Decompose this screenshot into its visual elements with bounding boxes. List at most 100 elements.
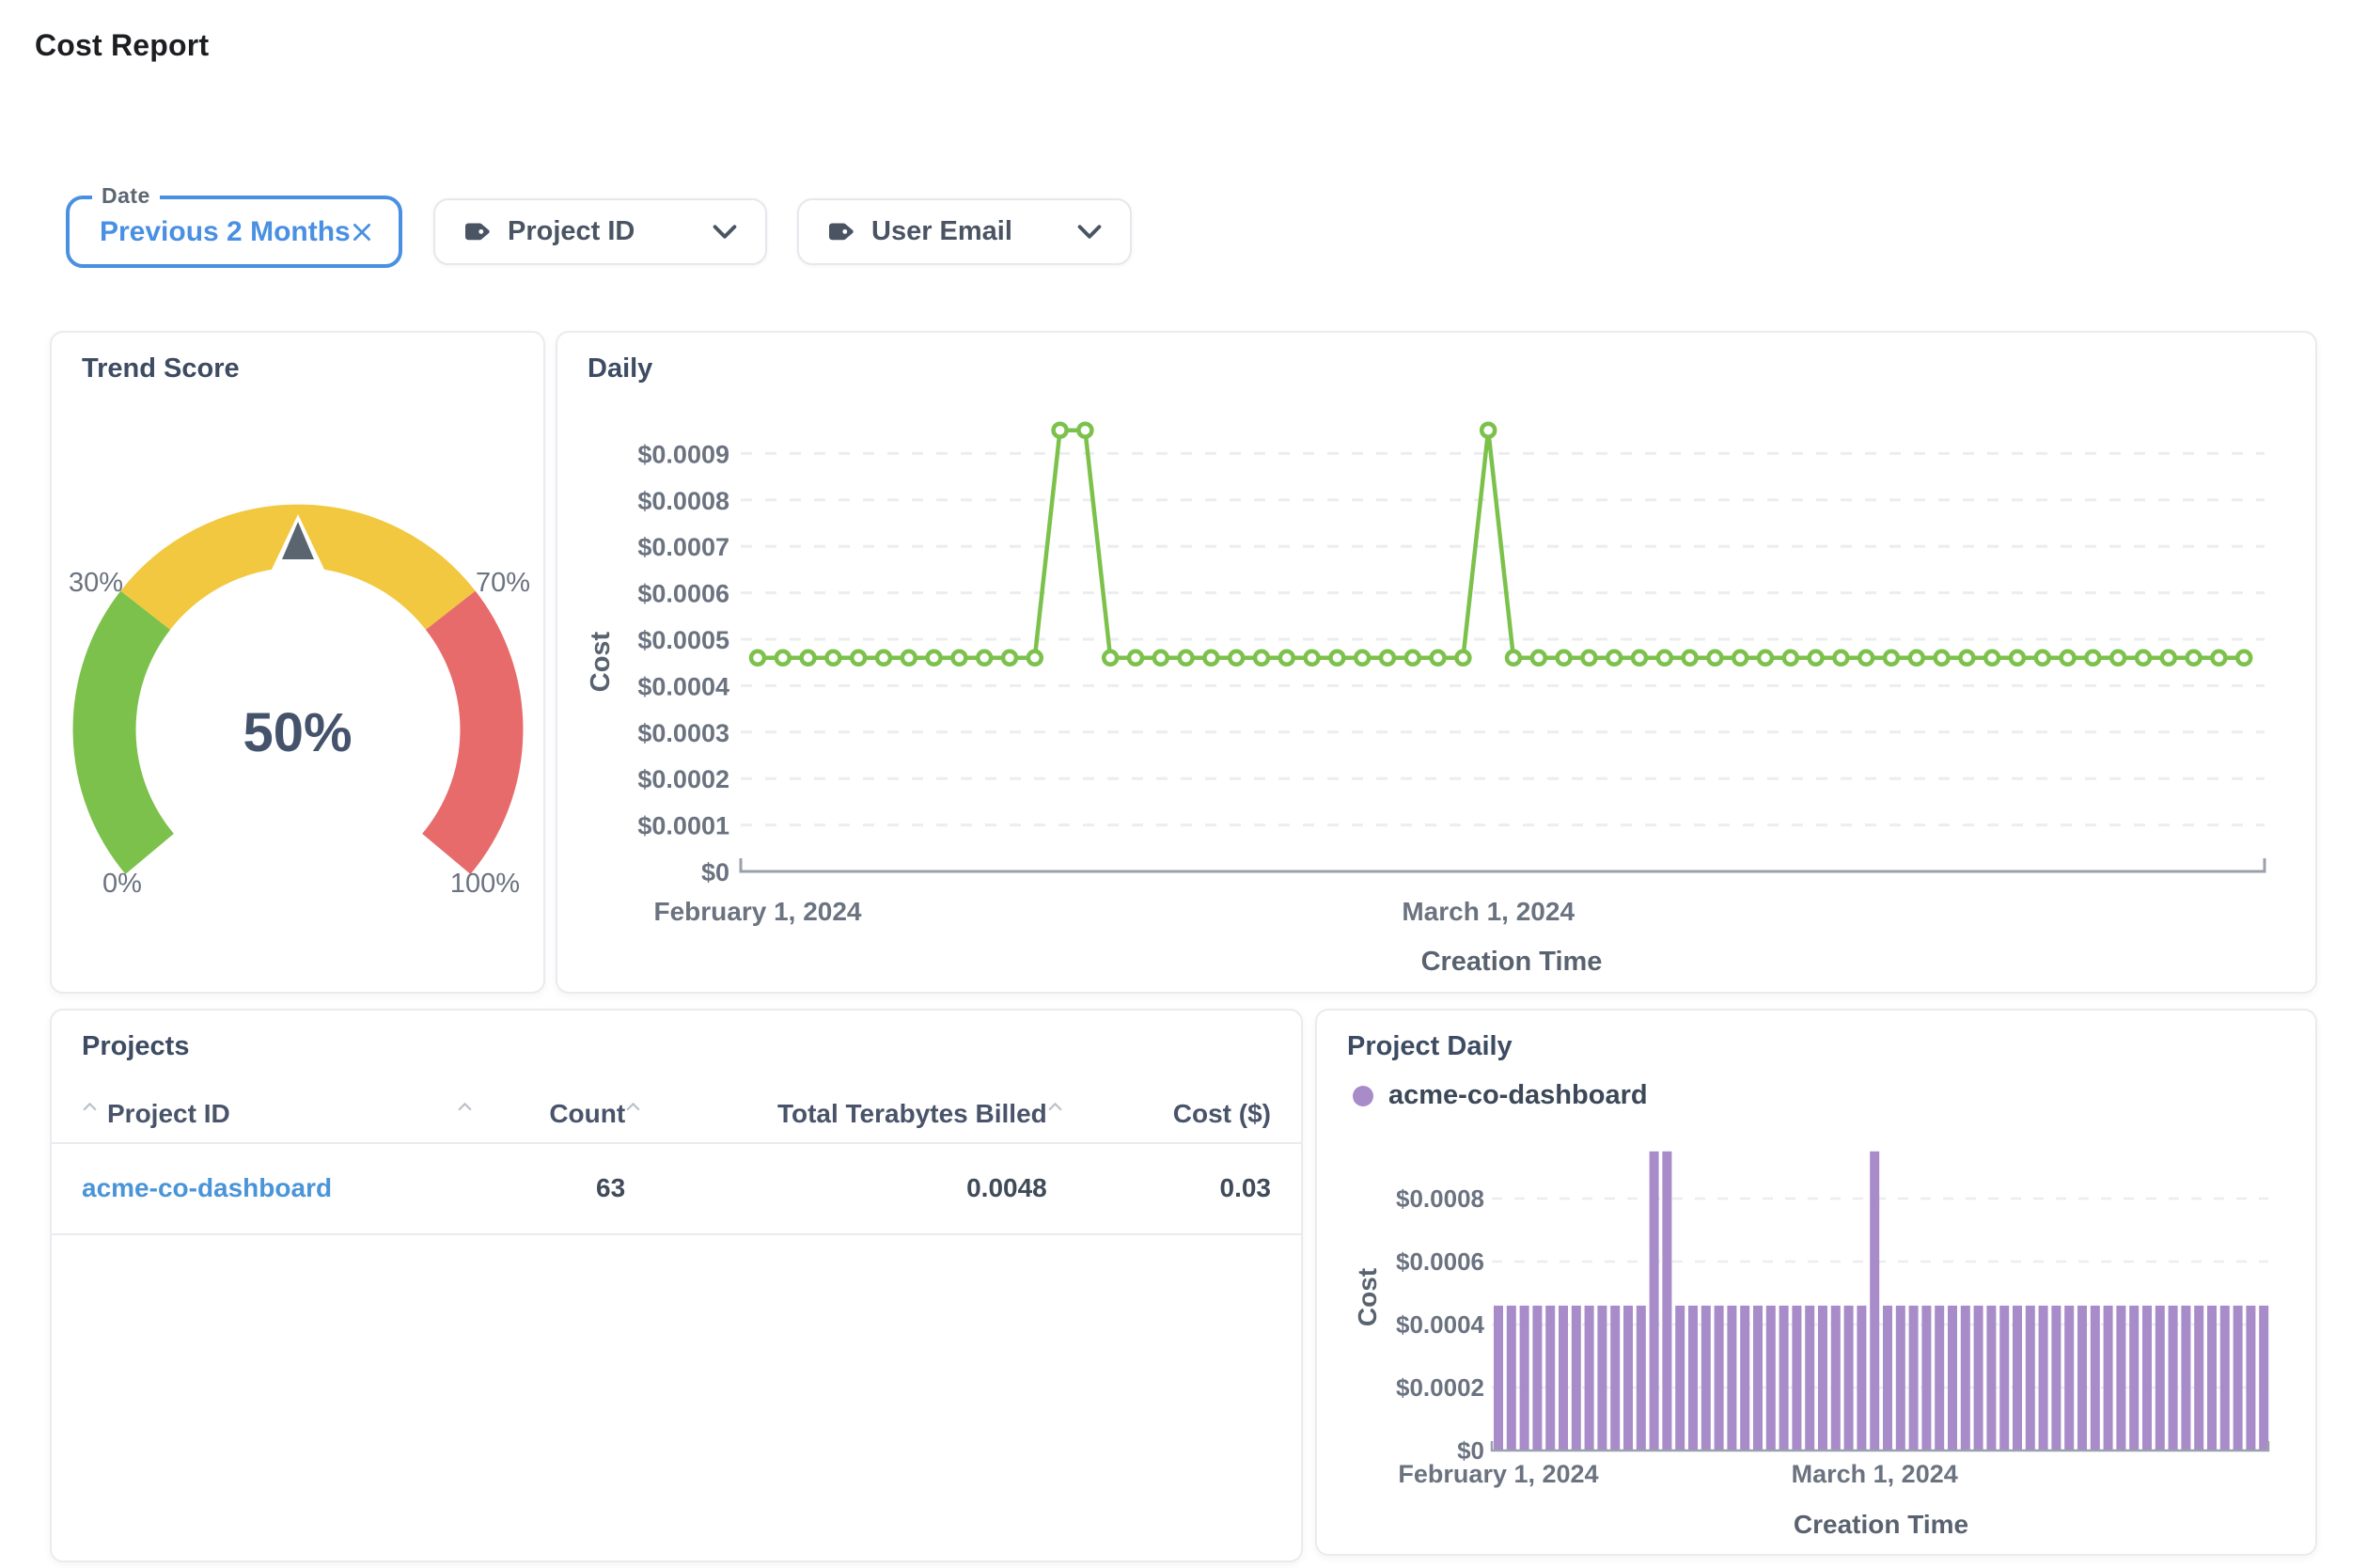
line-marker xyxy=(1406,651,1419,665)
line-marker xyxy=(1684,651,1697,665)
bar xyxy=(2142,1306,2152,1450)
gauge-value: 50% xyxy=(52,701,543,764)
bar xyxy=(2155,1306,2165,1450)
gauge-label-30: 30% xyxy=(58,568,133,599)
bar xyxy=(1662,1152,1671,1450)
line-marker xyxy=(1910,651,1923,665)
projects-table-header: Project ID Count Total Terabytes Billed … xyxy=(82,1090,1271,1137)
cost-line xyxy=(758,431,2244,658)
bar xyxy=(1610,1306,1620,1450)
bar xyxy=(1572,1306,1581,1450)
bar xyxy=(2064,1306,2074,1450)
bar xyxy=(1507,1306,1516,1450)
project-link[interactable]: acme-co-dashboard xyxy=(82,1173,332,1202)
line-marker xyxy=(1885,651,1898,665)
tag-icon xyxy=(463,219,493,245)
close-icon xyxy=(350,220,374,244)
line-marker xyxy=(952,651,965,665)
column-label: Project ID xyxy=(107,1099,230,1129)
line-marker xyxy=(826,651,839,665)
bar xyxy=(2169,1306,2178,1450)
bar xyxy=(2013,1306,2022,1450)
clear-date-filter-button[interactable] xyxy=(346,216,378,248)
line-marker xyxy=(1054,424,1067,437)
line-marker xyxy=(2237,651,2250,665)
line-marker xyxy=(1985,651,1999,665)
bar xyxy=(1896,1306,1905,1450)
line-marker xyxy=(1810,651,1823,665)
bar xyxy=(1585,1306,1594,1450)
bar xyxy=(1740,1306,1749,1450)
table-row: acme-co-dashboard 63 0.0048 0.03 xyxy=(82,1144,1271,1231)
y-tick-label: $0.0001 xyxy=(637,812,729,840)
chevron-down-icon xyxy=(1077,224,1102,240)
line-marker xyxy=(776,651,790,665)
column-header-total-terabytes[interactable]: Total Terabytes Billed xyxy=(625,1099,1047,1129)
column-header-cost[interactable]: Cost ($) xyxy=(1047,1099,1271,1129)
line-marker xyxy=(1582,651,1595,665)
column-label: Count xyxy=(549,1099,625,1129)
bar xyxy=(1753,1306,1763,1450)
line-marker xyxy=(1306,651,1319,665)
x-tick-label: February 1, 2024 xyxy=(1398,1460,1598,1488)
column-header-count[interactable]: Count xyxy=(457,1099,625,1129)
line-marker xyxy=(2011,651,2024,665)
line-marker xyxy=(2111,651,2124,665)
line-marker xyxy=(2086,651,2099,665)
y-tick-label: $0.0007 xyxy=(637,533,729,561)
bar xyxy=(1921,1306,1931,1450)
bar xyxy=(2116,1306,2125,1450)
x-axis-line xyxy=(1492,1441,2268,1450)
line-marker xyxy=(1078,424,1091,437)
line-marker xyxy=(1129,651,1142,665)
date-filter-chip[interactable]: Date Previous 2 Months xyxy=(66,196,402,268)
user-email-filter-dropdown[interactable]: User Email xyxy=(797,198,1132,265)
x-tick-label: March 1, 2024 xyxy=(1792,1460,1958,1488)
bar xyxy=(1766,1306,1776,1450)
line-marker xyxy=(1255,651,1268,665)
bar xyxy=(1545,1306,1555,1450)
chart-legend[interactable]: acme-co-dashboard xyxy=(1353,1080,1648,1111)
date-filter-value: Previous 2 Months xyxy=(100,216,351,248)
y-tick-label: $0.0002 xyxy=(1396,1373,1484,1402)
bar xyxy=(2246,1306,2255,1450)
project-daily-chart-card: Project Daily acme-co-dashboard $0$0.000… xyxy=(1315,1009,2317,1556)
bar xyxy=(1870,1152,1879,1450)
bar xyxy=(1727,1306,1736,1450)
bar xyxy=(2104,1306,2113,1450)
line-marker xyxy=(2137,651,2150,665)
project-id-filter-dropdown[interactable]: Project ID xyxy=(433,198,767,265)
projects-title: Projects xyxy=(82,1031,189,1062)
x-axis-title: Creation Time xyxy=(1794,1510,1968,1539)
line-marker xyxy=(902,651,916,665)
bar xyxy=(1831,1306,1841,1450)
trend-score-card: Trend Score 30% 70% 0% 100% 50% xyxy=(50,331,545,994)
bar xyxy=(2026,1306,2035,1450)
line-marker xyxy=(2212,651,2225,665)
line-marker xyxy=(2162,651,2175,665)
y-tick-label: $0.0006 xyxy=(1396,1247,1484,1276)
user-email-dropdown-label: User Email xyxy=(871,216,1012,247)
line-marker xyxy=(1456,651,1469,665)
column-header-project-id[interactable]: Project ID xyxy=(82,1099,457,1129)
y-tick-label: $0 xyxy=(701,858,729,886)
bar xyxy=(1715,1306,1724,1450)
bar xyxy=(2220,1306,2230,1450)
line-marker xyxy=(1230,651,1243,665)
legend-dot-icon xyxy=(1353,1086,1373,1106)
y-tick-label: $0.0002 xyxy=(637,765,729,793)
legend-label: acme-co-dashboard xyxy=(1388,1080,1648,1111)
line-marker xyxy=(1733,651,1747,665)
bar xyxy=(2259,1306,2268,1450)
bar xyxy=(2091,1306,2100,1450)
line-marker xyxy=(1432,651,1445,665)
date-filter-label: Date xyxy=(92,183,160,209)
projects-table-card: Projects Project ID Count Total Terabyte… xyxy=(50,1009,1303,1562)
x-axis-line xyxy=(741,858,2265,871)
x-tick-label: February 1, 2024 xyxy=(653,897,861,926)
bar xyxy=(1935,1306,1944,1450)
bar xyxy=(1805,1306,1814,1450)
line-marker xyxy=(877,651,890,665)
line-marker xyxy=(1607,651,1621,665)
line-marker xyxy=(1003,651,1016,665)
